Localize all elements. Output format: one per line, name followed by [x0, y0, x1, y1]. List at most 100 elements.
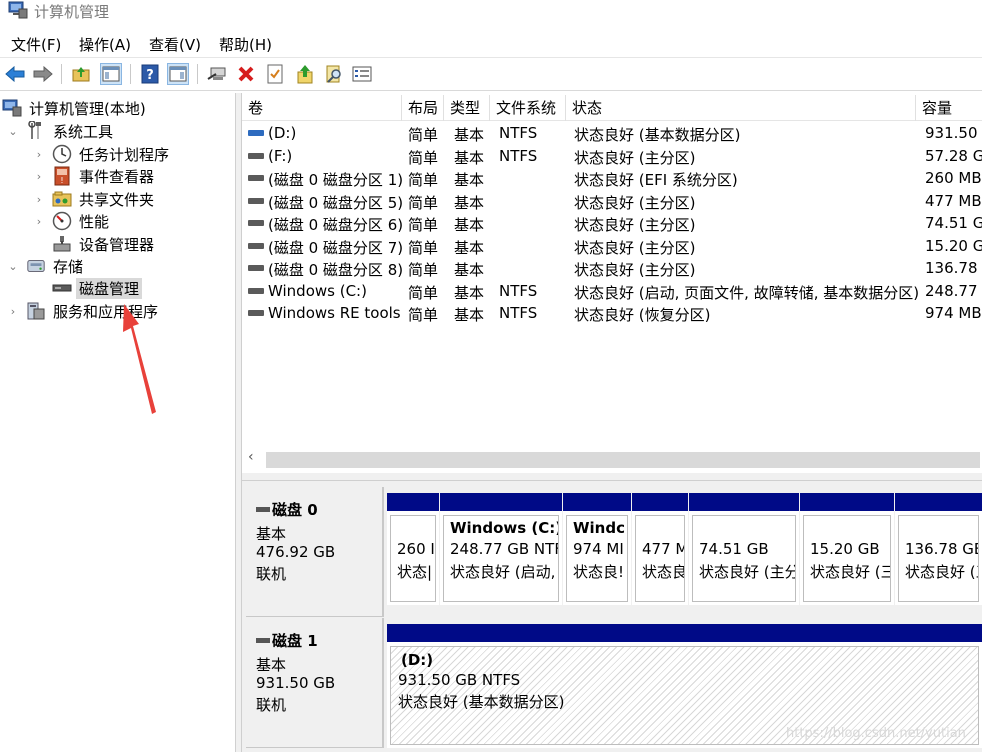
- disk0-partition[interactable]: 260 I 状态|: [387, 493, 439, 605]
- tree-label: 任务计划程序: [79, 145, 170, 164]
- tree-item-computer-management[interactable]: 计算机管理(本地): [2, 97, 149, 119]
- disk0-partition[interactable]: 15.20 GB 状态良好 (三: [800, 493, 894, 605]
- navigation-tree: 计算机管理(本地) ⌄ 系统工具 › 任务计划程序 › ! 事件查看器 › 共享…: [0, 93, 236, 752]
- chevron-down-icon[interactable]: ⌄: [6, 260, 20, 273]
- table-row[interactable]: (磁盘 0 磁盘分区 1) 简单 基本 状态良好 (EFI 系统分区) 260 MB: [242, 167, 982, 189]
- column-header-volume[interactable]: 卷: [242, 95, 402, 121]
- search-icon[interactable]: [323, 63, 345, 85]
- menu-help[interactable]: 帮助(H): [219, 34, 272, 55]
- tree-item-system-tools[interactable]: ⌄ 系统工具: [6, 120, 116, 142]
- show-hide-tree-icon[interactable]: [100, 63, 122, 85]
- disk0-partition[interactable]: Windows (C:) 248.77 GB NTF 状态良好 (启动,: [440, 493, 562, 605]
- disk0-partition[interactable]: 136.78 GB 状态良好 (三: [895, 493, 982, 605]
- watermark: https://blog.csdn.net/yutian: [786, 726, 966, 741]
- chevron-right-icon[interactable]: ›: [6, 305, 20, 318]
- menu-file[interactable]: 文件(F): [11, 34, 61, 55]
- cell-volume: (F:): [268, 146, 293, 165]
- cell-capacity: 260 MB: [925, 169, 982, 187]
- up-folder-icon[interactable]: [70, 63, 92, 85]
- partition-body: 15.20 GB 状态良好 (三: [803, 515, 891, 602]
- disk-icon: [52, 278, 72, 298]
- forward-arrow-icon[interactable]: [32, 63, 54, 85]
- horizontal-splitter[interactable]: [242, 473, 982, 481]
- disk0-partition[interactable]: 477 M 状态良: [632, 493, 688, 605]
- tree-label: 存储: [53, 257, 84, 276]
- tree-label: 性能: [79, 212, 110, 231]
- menu-view[interactable]: 查看(V): [149, 34, 201, 55]
- table-row[interactable]: (磁盘 0 磁盘分区 7)简单基本 状态良好 (主分区) 15.20 GI: [242, 235, 982, 257]
- tree-item-storage[interactable]: ⌄ 存储: [6, 255, 86, 277]
- volume-icon: [248, 265, 264, 271]
- tree-item-shared-folders[interactable]: › 共享文件夹: [32, 188, 157, 210]
- volume-list: 卷 布局 类型 文件系统 状态 容量 (D:) 简单 基本 NTFS 状态良好 (基本数…: [242, 95, 982, 473]
- cell-volume: (磁盘 0 磁盘分区 7): [268, 238, 404, 257]
- tree-label: 事件查看器: [79, 167, 155, 186]
- table-row[interactable]: (磁盘 0 磁盘分区 8)简单基本 状态良好 (主分区) 136.78 G: [242, 257, 982, 279]
- tree-item-services-applications[interactable]: › 服务和应用程序: [6, 300, 161, 322]
- partition-name: Windc: [573, 519, 625, 537]
- tree-item-disk-management[interactable]: 磁盘管理: [46, 277, 143, 299]
- cell-layout: 简单: [408, 306, 439, 324]
- cell-filesystem: NTFS: [499, 146, 538, 165]
- disk0-partition[interactable]: Windc 974 MI 状态良!: [563, 493, 631, 605]
- chevron-down-icon[interactable]: ⌄: [6, 125, 20, 138]
- cell-status: 状态良好 (基本数据分区): [574, 126, 741, 144]
- cell-volume: (磁盘 0 磁盘分区 5): [268, 193, 404, 212]
- clock-icon: [52, 144, 72, 164]
- column-header-layout[interactable]: 布局: [402, 95, 444, 121]
- partition-bar: [689, 493, 799, 511]
- table-row[interactable]: (F:) 简单基本 NTFS 状态良好 (主分区) 57.28 GI: [242, 145, 982, 167]
- partition-bar: [895, 493, 982, 511]
- partition-body: 477 M 状态良: [635, 515, 685, 602]
- scrollbar-thumb[interactable]: [266, 452, 980, 468]
- table-row[interactable]: (磁盘 0 磁盘分区 5) 简单 基本 状态良好 (主分区) 477 MB: [242, 190, 982, 212]
- table-row[interactable]: Windows (C:) 简单 基本 NTFS 状态良好 (启动, 页面文件, 故障转储…: [242, 280, 982, 302]
- column-header-capacity[interactable]: 容量: [916, 95, 982, 121]
- cell-filesystem: NTFS: [499, 304, 538, 322]
- disk0-partition[interactable]: 74.51 GB 状态良好 (主分: [689, 493, 799, 605]
- tree-item-performance[interactable]: › 性能: [32, 210, 112, 232]
- delete-icon[interactable]: [235, 63, 257, 85]
- column-header-filesystem[interactable]: 文件系统: [490, 95, 566, 121]
- tree-label: 服务和应用程序: [53, 302, 159, 321]
- help-icon[interactable]: ?: [139, 63, 161, 85]
- partition-status: 状态良!: [573, 563, 625, 581]
- partition-bar: [387, 624, 982, 642]
- properties-icon[interactable]: [264, 63, 286, 85]
- cell-status: 状态良好 (恢复分区): [574, 306, 711, 324]
- table-row[interactable]: (磁盘 0 磁盘分区 6)简单基本 状态良好 (主分区) 74.51 GI: [242, 212, 982, 234]
- back-arrow-icon[interactable]: [4, 63, 26, 85]
- tree-item-event-viewer[interactable]: › ! 事件查看器: [32, 165, 157, 187]
- cell-status: 状态良好 (主分区): [574, 193, 696, 212]
- export-icon[interactable]: [294, 63, 316, 85]
- column-header-status[interactable]: 状态: [566, 95, 916, 121]
- chevron-right-icon[interactable]: ›: [32, 193, 46, 206]
- volume-icon: [248, 220, 264, 226]
- disk0-label[interactable]: 磁盘 0 基本 476.92 GB 联机: [246, 487, 384, 617]
- view-list-icon[interactable]: [351, 63, 373, 85]
- cell-status: 状态良好 (主分区): [574, 238, 696, 257]
- chevron-right-icon[interactable]: ›: [32, 170, 46, 183]
- table-row[interactable]: (D:) 简单基本 NTFS 状态良好 (基本数据分区) 931.50 G: [242, 122, 982, 144]
- action-pane-icon[interactable]: [167, 63, 189, 85]
- cell-type: 基本: [454, 283, 485, 302]
- cell-capacity: 74.51 GI: [925, 214, 982, 232]
- cell-layout: 简单: [408, 283, 439, 302]
- cell-type: 基本: [454, 171, 485, 189]
- scroll-left-icon[interactable]: ‹: [248, 449, 254, 465]
- tree-item-task-scheduler[interactable]: › 任务计划程序: [32, 143, 172, 165]
- horizontal-scrollbar[interactable]: ‹: [242, 447, 982, 471]
- column-header-type[interactable]: 类型: [444, 95, 490, 121]
- performance-icon: [52, 211, 72, 231]
- connect-icon[interactable]: [206, 63, 228, 85]
- table-row[interactable]: Windows RE tools 简单 基本 NTFS 状态良好 (恢复分区) 974 M…: [242, 302, 982, 324]
- disk1-label[interactable]: 磁盘 1 基本 931.50 GB 联机: [246, 618, 384, 748]
- chevron-right-icon[interactable]: ›: [32, 148, 46, 161]
- chevron-right-icon[interactable]: ›: [32, 215, 46, 228]
- menu-bar: 文件(F) 操作(A) 查看(V) 帮助(H): [0, 30, 982, 56]
- tree-label: 共享文件夹: [79, 190, 155, 209]
- services-icon: [26, 301, 46, 321]
- cell-volume: Windows RE tools: [268, 304, 401, 322]
- menu-action[interactable]: 操作(A): [79, 34, 131, 55]
- tree-item-device-manager[interactable]: 设备管理器: [46, 233, 157, 255]
